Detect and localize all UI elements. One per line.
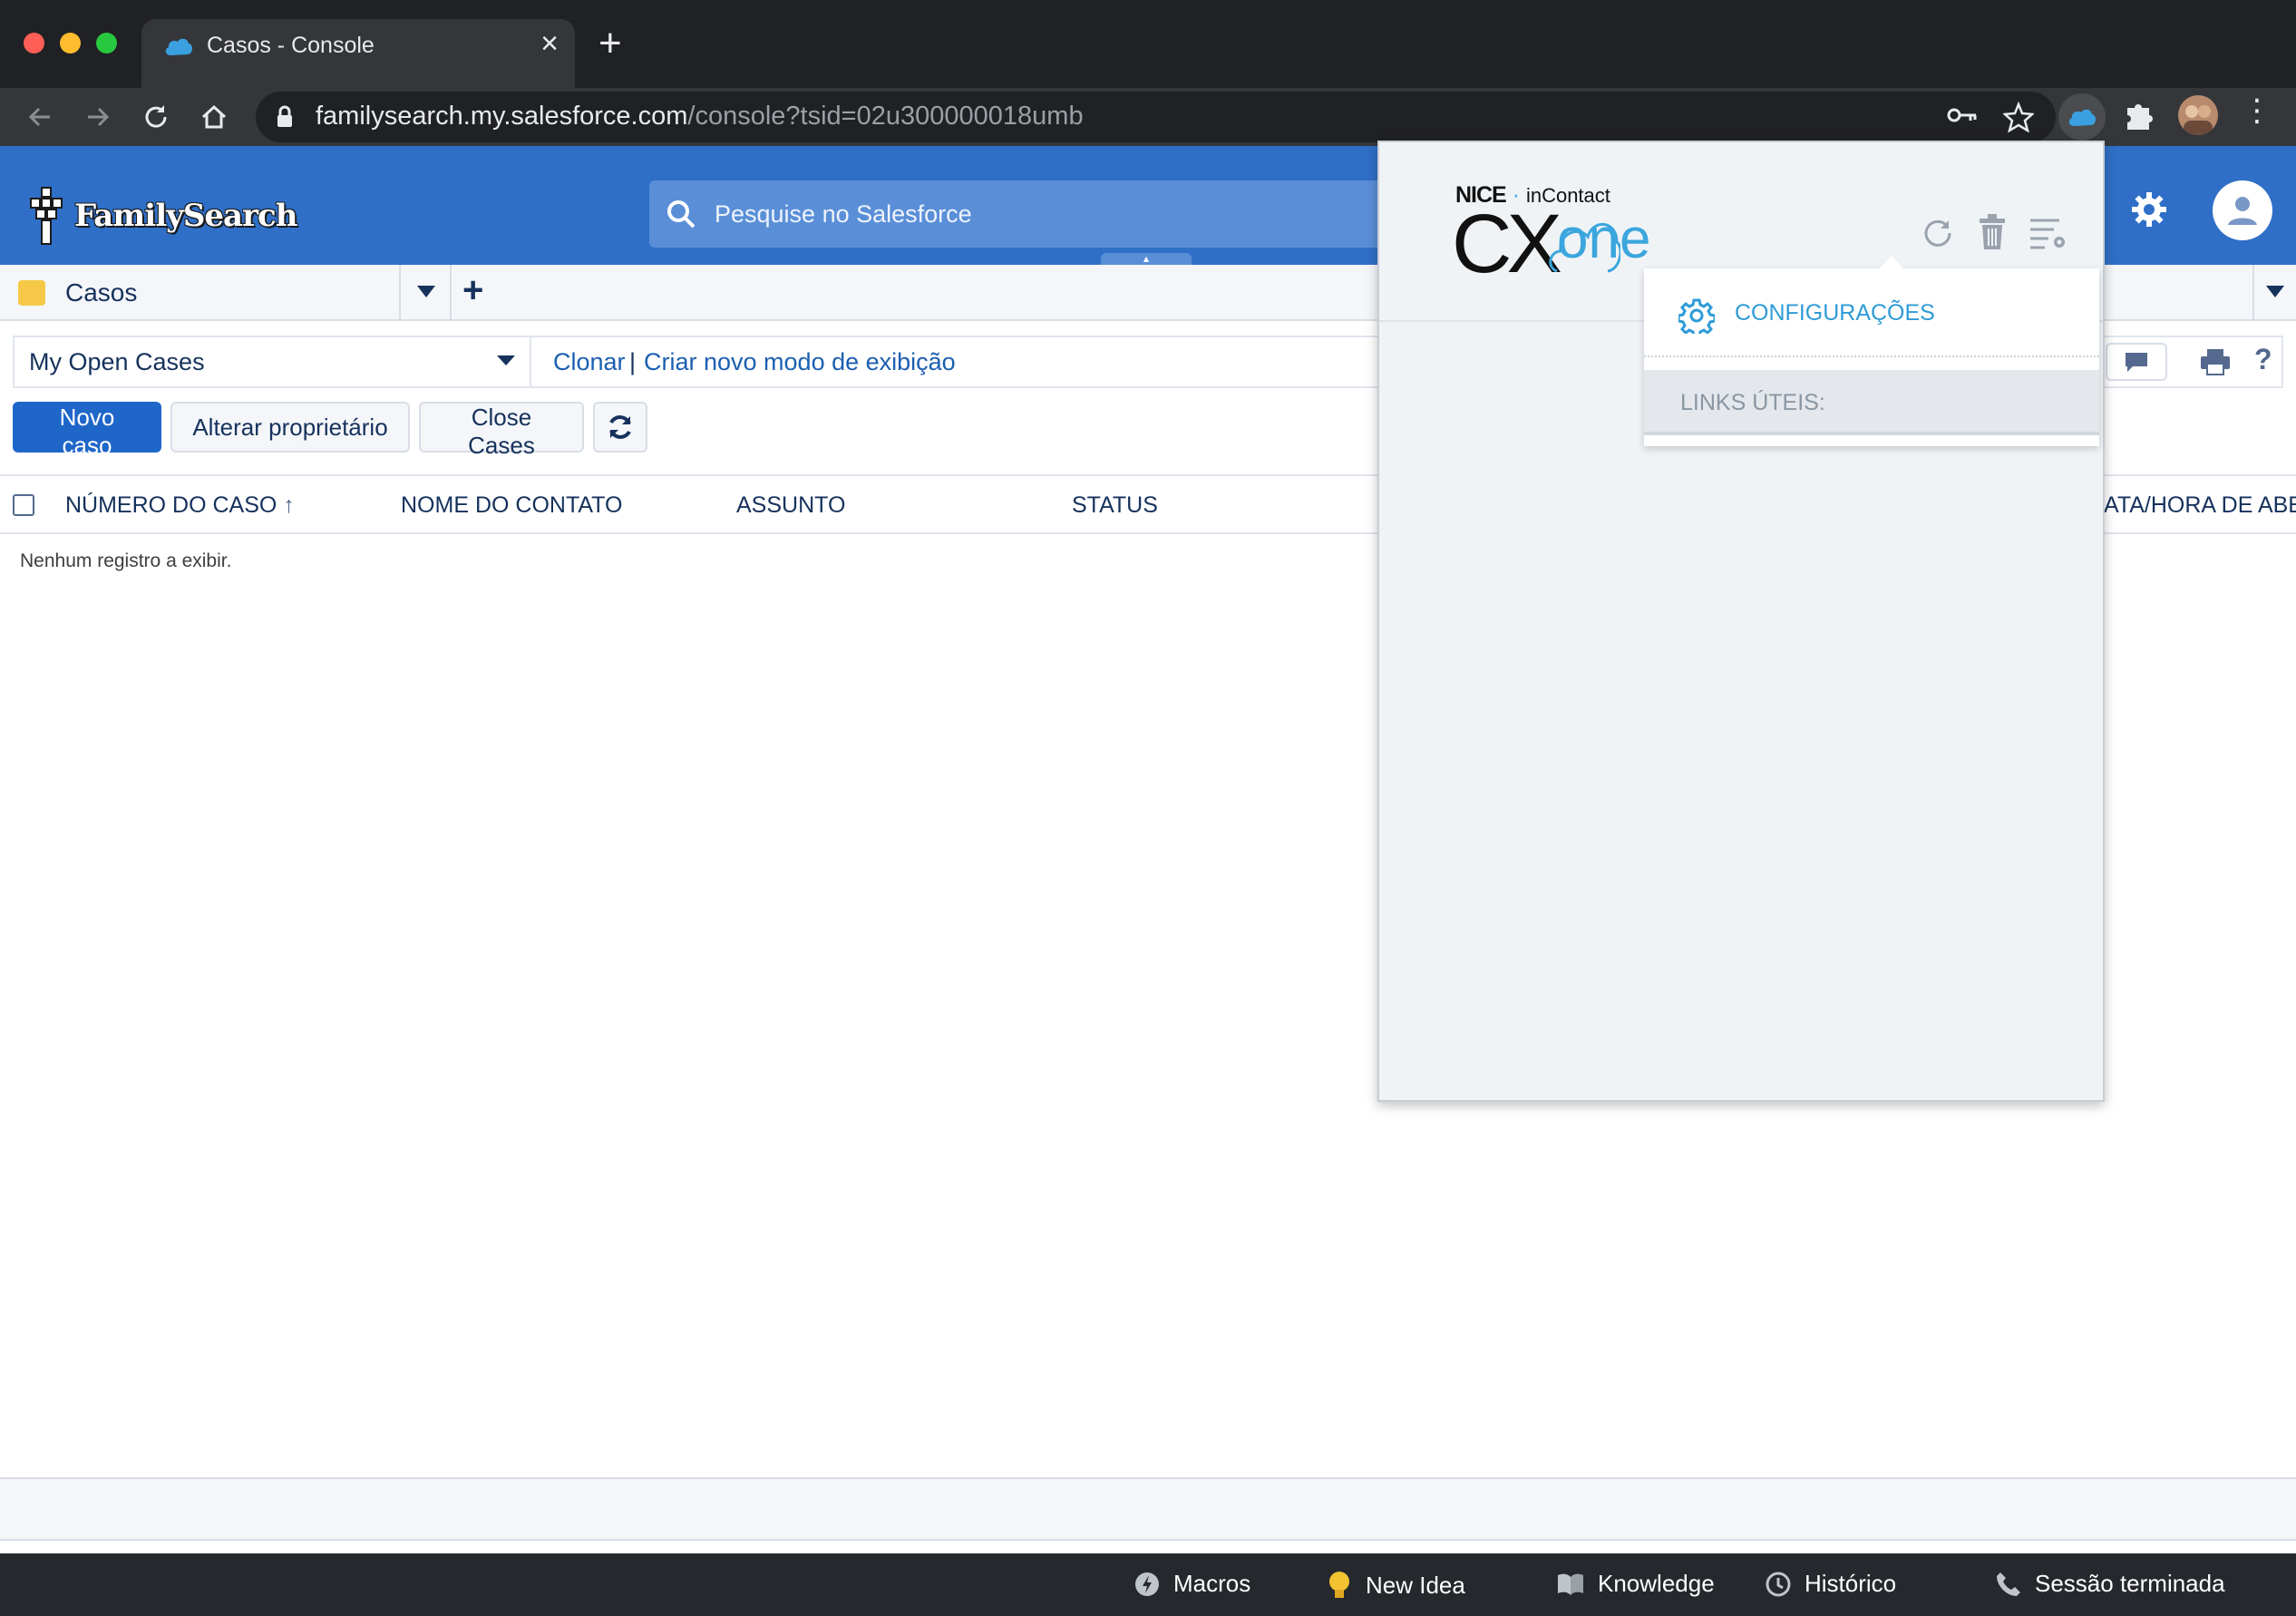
- new-case-button[interactable]: Novo caso: [13, 402, 161, 459]
- reload-button[interactable]: [136, 97, 176, 137]
- list-view-select[interactable]: My Open Cases: [15, 337, 531, 386]
- window-close-button[interactable]: [24, 33, 44, 54]
- menu-item-label: CONFIGURAÇÕES: [1735, 300, 1935, 326]
- feed-button[interactable]: [2106, 343, 2167, 381]
- window-minimize-button[interactable]: [60, 33, 81, 54]
- family-tree-logo-icon: [30, 187, 63, 245]
- useful-links-section: LINKS ÚTEIS:: [1644, 370, 2099, 435]
- search-input[interactable]: [715, 180, 1458, 248]
- browser-toolbar: familysearch.my.salesforce.com/console?t…: [0, 88, 2296, 146]
- help-icon[interactable]: ?: [2254, 343, 2272, 376]
- forward-button[interactable]: [78, 97, 118, 137]
- select-all-checkbox[interactable]: [13, 494, 34, 516]
- utility-label: Sessão terminada: [2035, 1570, 2225, 1597]
- search-icon: [667, 200, 696, 229]
- new-tab-button[interactable]: +: [598, 24, 622, 63]
- browser-tab[interactable]: Casos - Console ×: [141, 19, 575, 88]
- close-cases-button[interactable]: Close Cases: [419, 402, 584, 459]
- menu-item-settings[interactable]: CONFIGURAÇÕES: [1644, 268, 2099, 357]
- chat-bubble-icon: [2126, 353, 2147, 372]
- print-icon[interactable]: [2200, 348, 2231, 375]
- caret-down-icon: [2266, 286, 2284, 297]
- change-owner-button[interactable]: Alterar proprietário: [170, 402, 410, 453]
- home-icon: [201, 104, 227, 129]
- user-avatar[interactable]: [2213, 180, 2272, 240]
- reload-icon: [145, 105, 167, 128]
- cxone-extension-button[interactable]: [2058, 93, 2106, 141]
- familysearch-logo[interactable]: FamilySearch: [29, 184, 297, 248]
- section-label: LINKS ÚTEIS:: [1680, 390, 1825, 415]
- caret-down-icon: [417, 286, 435, 297]
- caret-down-icon: [497, 355, 515, 365]
- profile-photo-icon: [2184, 105, 2213, 135]
- phone-icon: [1997, 1572, 2020, 1596]
- arrow-right-icon: [88, 107, 110, 127]
- tab-title: Casos - Console: [207, 33, 375, 58]
- logo-text: FamilySearch: [74, 198, 297, 234]
- global-search[interactable]: [649, 180, 1484, 248]
- utility-label: New Idea: [1366, 1571, 1465, 1599]
- column-header-subject[interactable]: ASSUNTO: [736, 492, 845, 519]
- utility-new-idea[interactable]: New Idea: [1326, 1570, 1465, 1601]
- selected-view-label: My Open Cases: [29, 348, 205, 375]
- lightbulb-icon: [1329, 1572, 1349, 1598]
- user-icon: [2228, 197, 2257, 225]
- lock-icon: [277, 105, 292, 127]
- column-header-contact-name[interactable]: NOME DO CONTATO: [401, 492, 622, 519]
- bookmark-star-icon[interactable]: [2003, 102, 2034, 132]
- footer-strip: [0, 1477, 2296, 1541]
- url-text[interactable]: familysearch.my.salesforce.com/console?t…: [316, 102, 1084, 131]
- column-header-status[interactable]: STATUS: [1072, 492, 1158, 519]
- utility-label: Knowledge: [1598, 1570, 1715, 1597]
- collapse-handle[interactable]: ▴: [1101, 253, 1192, 265]
- browser-title-bar: Casos - Console × +: [0, 0, 2296, 88]
- refresh-icon: [609, 415, 631, 439]
- case-briefcase-icon: [18, 280, 45, 306]
- refresh-list-button[interactable]: [593, 402, 647, 453]
- tab-label: Casos: [65, 278, 138, 307]
- window-maximize-button[interactable]: [96, 33, 117, 54]
- macros-icon: [1135, 1572, 1159, 1596]
- tab-casos[interactable]: Casos: [0, 265, 401, 319]
- sort-arrow-up-icon: ↑: [283, 492, 295, 518]
- trash-icon[interactable]: [1976, 213, 2009, 251]
- settings-menu-icon[interactable]: [2028, 215, 2068, 251]
- arrow-left-icon: [28, 107, 50, 127]
- salesforce-cloud-icon: [2068, 109, 2096, 126]
- clone-view-link[interactable]: Clonar: [553, 348, 626, 376]
- utility-macros[interactable]: Macros: [1133, 1570, 1250, 1598]
- address-bar[interactable]: familysearch.my.salesforce.com/console?t…: [256, 92, 2056, 142]
- add-tab-button[interactable]: +: [462, 270, 483, 311]
- utility-session[interactable]: Sessão terminada: [1995, 1570, 2225, 1598]
- tab-menu-button[interactable]: [403, 265, 452, 319]
- salesforce-cloud-icon: [165, 38, 192, 55]
- back-button[interactable]: [20, 97, 60, 137]
- clock-icon: [1766, 1572, 1791, 1596]
- empty-grid-message: Nenhum registro a exibir.: [20, 550, 232, 571]
- utility-history[interactable]: Histórico: [1765, 1570, 1896, 1598]
- utility-knowledge[interactable]: Knowledge: [1556, 1570, 1715, 1598]
- refresh-icon[interactable]: [1920, 215, 1956, 251]
- tab-close-icon[interactable]: ×: [540, 28, 559, 59]
- key-icon[interactable]: [1947, 104, 1978, 126]
- extensions-puzzle-icon[interactable]: [2120, 97, 2156, 133]
- create-view-link[interactable]: Criar novo modo de exibição: [644, 348, 956, 376]
- utility-label: Histórico: [1805, 1570, 1897, 1597]
- column-header-case-number[interactable]: NÚMERO DO CASO ↑: [65, 492, 295, 519]
- tab-overflow-button[interactable]: [2252, 265, 2296, 319]
- book-icon: [1558, 1573, 1583, 1595]
- utility-bar: Macros New Idea Knowledge Histórico Sess…: [0, 1553, 2296, 1616]
- profile-avatar[interactable]: [2178, 95, 2218, 135]
- cxone-settings-dropdown: CONFIGURAÇÕES LINKS ÚTEIS:: [1644, 256, 2099, 446]
- link-separator: |: [629, 348, 637, 375]
- gear-icon: [1678, 298, 1715, 334]
- column-header-opened-date[interactable]: ATA/HORA DE ABE: [2104, 492, 2296, 519]
- setup-gear-icon[interactable]: [2129, 190, 2169, 229]
- home-button[interactable]: [194, 97, 234, 137]
- browser-menu-icon[interactable]: ⋮: [2242, 95, 2272, 126]
- utility-label: Macros: [1173, 1570, 1251, 1597]
